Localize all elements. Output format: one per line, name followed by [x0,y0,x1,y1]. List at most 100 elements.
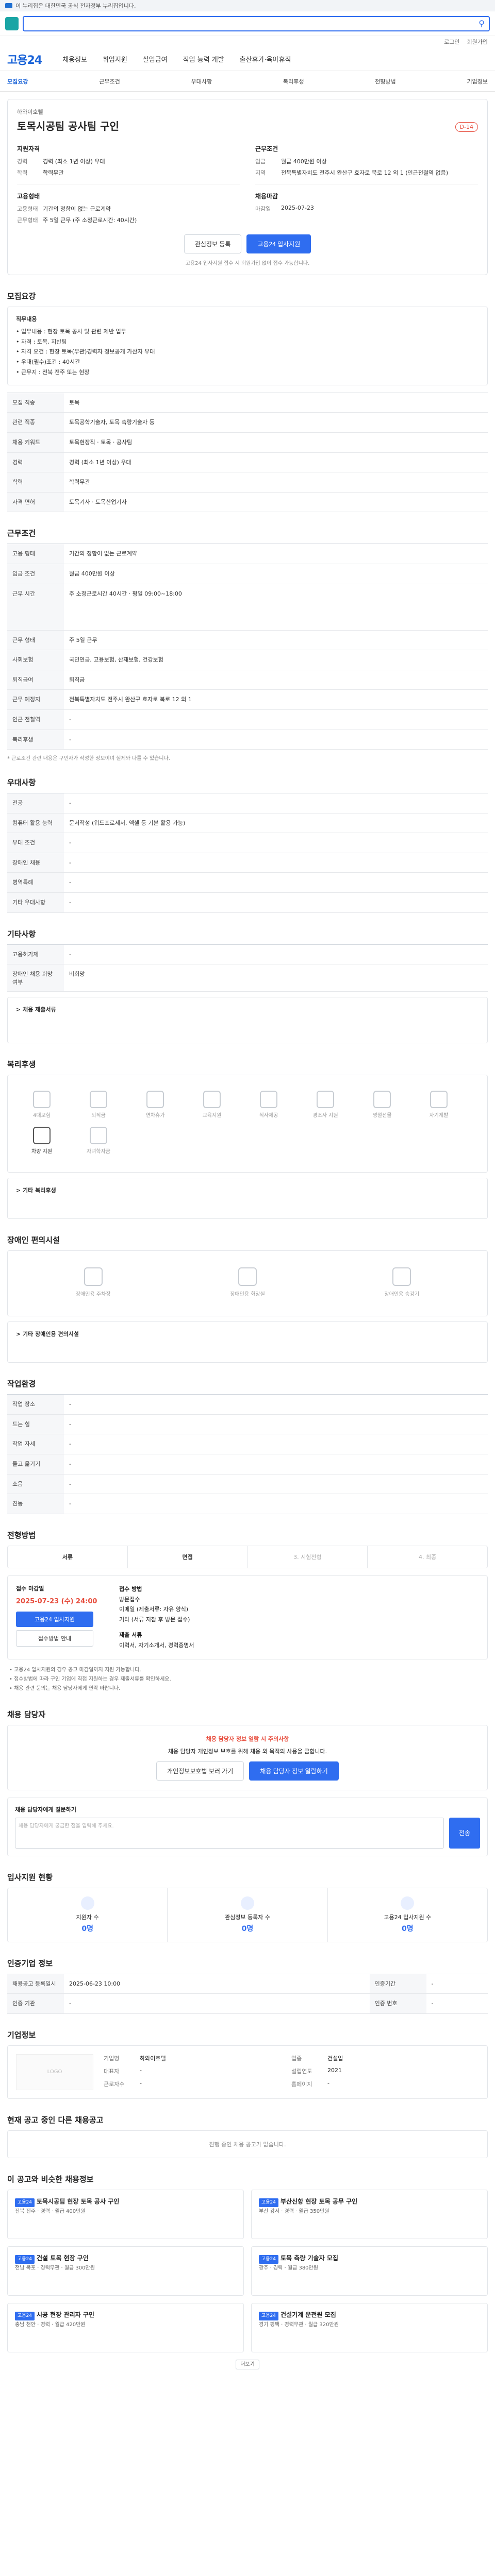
card-title[interactable]: 토목시공팀 현장 토목 공사 구인 [37,2198,119,2205]
similar-more-button[interactable]: 더보기 [236,2359,259,2369]
table-row: 병역특례 - [7,872,488,893]
summary-value: 주 5일 근무 (주 소정근로시간: 40시간) [43,217,137,224]
tab-welfare[interactable]: 복리후생 [283,77,304,86]
summary-key: 근무형태 [17,217,38,224]
nav-item-benefit[interactable]: 실업급여 [143,54,168,64]
welfare-item: 연차휴가 [129,1091,181,1121]
similar-card[interactable]: 고용24 토목 측량 기술자 모집 광주 · 경력 · 월급 380만원 [251,2246,488,2296]
table-key: 장애인 채용 희망 여부 [7,964,64,992]
table-row: 우대 조건 - [7,833,488,853]
summary-key: 경력 [17,158,28,165]
section-similar: 이 공고와 비슷한 채용정보 고용24 토목시공팀 현장 토목 공사 구인 전북 전… [7,2174,488,2369]
heart-icon [240,1896,254,1910]
card-badge: 고용24 [15,2255,35,2264]
nav-item-training[interactable]: 직업 능력 개발 [183,54,224,64]
card-title[interactable]: 부산신항 현장 토목 공무 구인 [280,2198,357,2205]
status-count: 0명 [81,1924,93,1933]
inquiry-row: 채용 담당자에게 궁금한 점을 입력해 주세요. 전송 [15,1817,480,1849]
table-value: - [64,833,488,853]
duty-line: • 자격 요건 : 현장 토목(무관)경력자 정보공개 가산자 우대 [16,348,155,355]
section-title: 근무조건 [7,529,36,538]
card-title[interactable]: 건설 토목 현장 구인 [37,2255,89,2262]
table-key: 들고 옮기기 [7,1454,64,1475]
apply-guide-button[interactable]: 접수방법 안내 [16,1630,93,1647]
same-empty: 진행 중인 채용 공고가 없습니다. [7,2130,488,2158]
company-key: 홈페이지 [291,2081,312,2088]
search-icon[interactable]: ⚲ [478,19,485,28]
apply-method-line: 기타 (서류 지참 후 방문 접수) [119,1616,190,1623]
section-process: 전형방법 서류 면접 3. 시험전형 4. 최종 접수 마감일 2025-07-… [7,1530,488,1693]
welfare-label: 연차휴가 [145,1113,165,1119]
search-input[interactable]: ⚲ [23,15,490,31]
nav-item-support[interactable]: 취업지원 [103,54,127,64]
card-title[interactable]: 시공 현장 관리자 구인 [37,2311,94,2318]
scrap-button[interactable]: 관심정보 등록 [184,234,242,253]
worksite-table: 작업 장소 - 드는 힘- 작업 자세 - 들고 옮기기 - 소음 - 진동 - [7,1394,488,1514]
tab-pref[interactable]: 우대사항 [191,77,212,86]
cert-table: 채용공고 등록일시 2025-06-23 10:00 인증기간 - 인증 기관 - 인증 … [7,1973,488,2014]
table-key: 채용공고 등록일시 [7,1974,64,1994]
tab-work[interactable]: 근무조건 [99,77,120,86]
inquiry-send-button[interactable]: 전송 [449,1817,480,1849]
brand-logo[interactable]: 고용24 [7,51,42,67]
section-company: 기업정보 LOGO 기업명 하와이호텔 업종 건설업 대표자 - 설립연도 2021 근… [7,2029,488,2099]
section-same-company: 현재 공고 중인 다른 채용공고 진행 중인 채용 공고가 없습니다. [7,2114,488,2158]
view-contact-button[interactable]: 채용 담당자 정보 열람하기 [249,1761,339,1781]
privacy-law-button[interactable]: 개인정보보호법 보러 가기 [156,1761,244,1781]
site-logo-icon[interactable] [5,16,19,30]
table-row: 근무 예정지 전북특별자치도 전주시 완산구 효자로 북로 12 외 1 [7,689,488,710]
similar-card[interactable]: 고용24 토목시공팀 현장 토목 공사 구인 전북 전주 · 경력 · 월급 400… [7,2189,244,2239]
welfare-icon [90,1127,107,1145]
company-name[interactable]: 하와이호텔 [17,108,478,116]
tab-recruit[interactable]: 모집요강 [7,77,28,86]
card-title[interactable]: 건설기계 운전원 모집 [280,2311,336,2318]
table-value: - [64,872,488,893]
summary-key: 학력 [17,170,28,176]
disab-box: 장애인용 주차장 장애인용 화장실 장애인용 승강기 [7,1250,488,1317]
similar-card[interactable]: 고용24 부산신항 현장 토목 공무 구인 부산 강서 · 경력 · 월급 350만… [251,2189,488,2239]
tab-company[interactable]: 기업정보 [467,77,487,86]
welfare-label: 4대보험 [33,1113,51,1119]
section-worksite: 작업환경 작업 장소 - 드는 힘- 작업 자세 - 들고 옮기기 - 소음 - 진동 - [7,1378,488,1514]
card-title[interactable]: 토목 측량 기술자 모집 [280,2255,338,2262]
card-badge: 고용24 [259,2255,279,2264]
inquiry-title: 채용 담당자에게 질문하기 [15,1806,76,1813]
table-row: 진동 - [7,1494,488,1514]
tab-process[interactable]: 전형방법 [375,77,395,86]
company-value: 하와이호텔 [140,2055,166,2062]
company-key: 대표자 [104,2068,120,2075]
table-value: - [64,1474,488,1495]
card-meta: 경기 평택 · 경력무관 · 월급 320만원 [259,2322,339,2328]
signup-link[interactable]: 회원가입 [467,38,488,46]
apply-method-line: 방문접수 [119,1596,140,1603]
table-row: 기타 우대사항 - [7,892,488,913]
section-title: 입사지원 현황 [7,1872,53,1882]
table-value: - [426,1974,488,1994]
table-row: 관련 직종 토목공학기술자, 토목 측량기술자 등 [7,412,488,433]
table-value: 토목현장직 · 토목 · 공사팀 [64,432,488,453]
card-meta: 전북 전주 · 경력 · 월급 400만원 [15,2209,86,2215]
summary-left: 지원자격 경력 경력 (최소 1년 이상) 우대 학력 학력무관 고용형태 고용형태… [17,144,240,227]
login-link[interactable]: 로그인 [444,38,459,46]
parking-icon [84,1267,103,1286]
table-key: 인증 기관 [7,1993,64,2014]
similar-card[interactable]: 고용24 건설기계 운전원 모집 경기 평택 · 경력무관 · 월급 320만원 [251,2302,488,2352]
table-row: 작업 장소 - [7,1394,488,1415]
table-value: 2025-06-23 10:00 [64,1974,370,1994]
similar-card[interactable]: 고용24 시공 현장 관리자 구인 충남 천안 · 경력 · 월급 420만원 [7,2302,244,2352]
inquiry-box: 채용 담당자에게 질문하기 채용 담당자에게 궁금한 점을 입력해 주세요. 전… [7,1797,488,1856]
apply-online-button[interactable]: 고용24 입사지원 [16,1611,93,1627]
company-value: - [140,2067,142,2074]
nav-item-leave[interactable]: 출산휴가·육아휴직 [240,54,291,64]
welfare-icon [430,1091,448,1109]
apply-button[interactable]: 고용24 입사지원 [246,234,311,253]
company-value: 건설업 [327,2055,343,2062]
process-note: • 고용24 입사지원의 경우 공고 마감일까지 지원 가능합니다. [9,1667,141,1673]
nav-item-jobs[interactable]: 채용정보 [62,54,87,64]
table-key: 인근 전철역 [7,709,64,730]
duty-line: • 자격 : 토목, 지반팀 [16,338,67,345]
table-key: 드는 힘 [7,1414,64,1435]
similar-card[interactable]: 고용24 건설 토목 현장 구인 전남 목포 · 경력무관 · 월급 300만원 [7,2246,244,2296]
pref-table: 전공 - 컴퓨터 활용 능력 문서작성 (워드프로세서, 엑셀 등 기본 활용 가능… [7,793,488,913]
inquiry-textarea[interactable]: 채용 담당자에게 궁금한 점을 입력해 주세요. [15,1817,444,1849]
